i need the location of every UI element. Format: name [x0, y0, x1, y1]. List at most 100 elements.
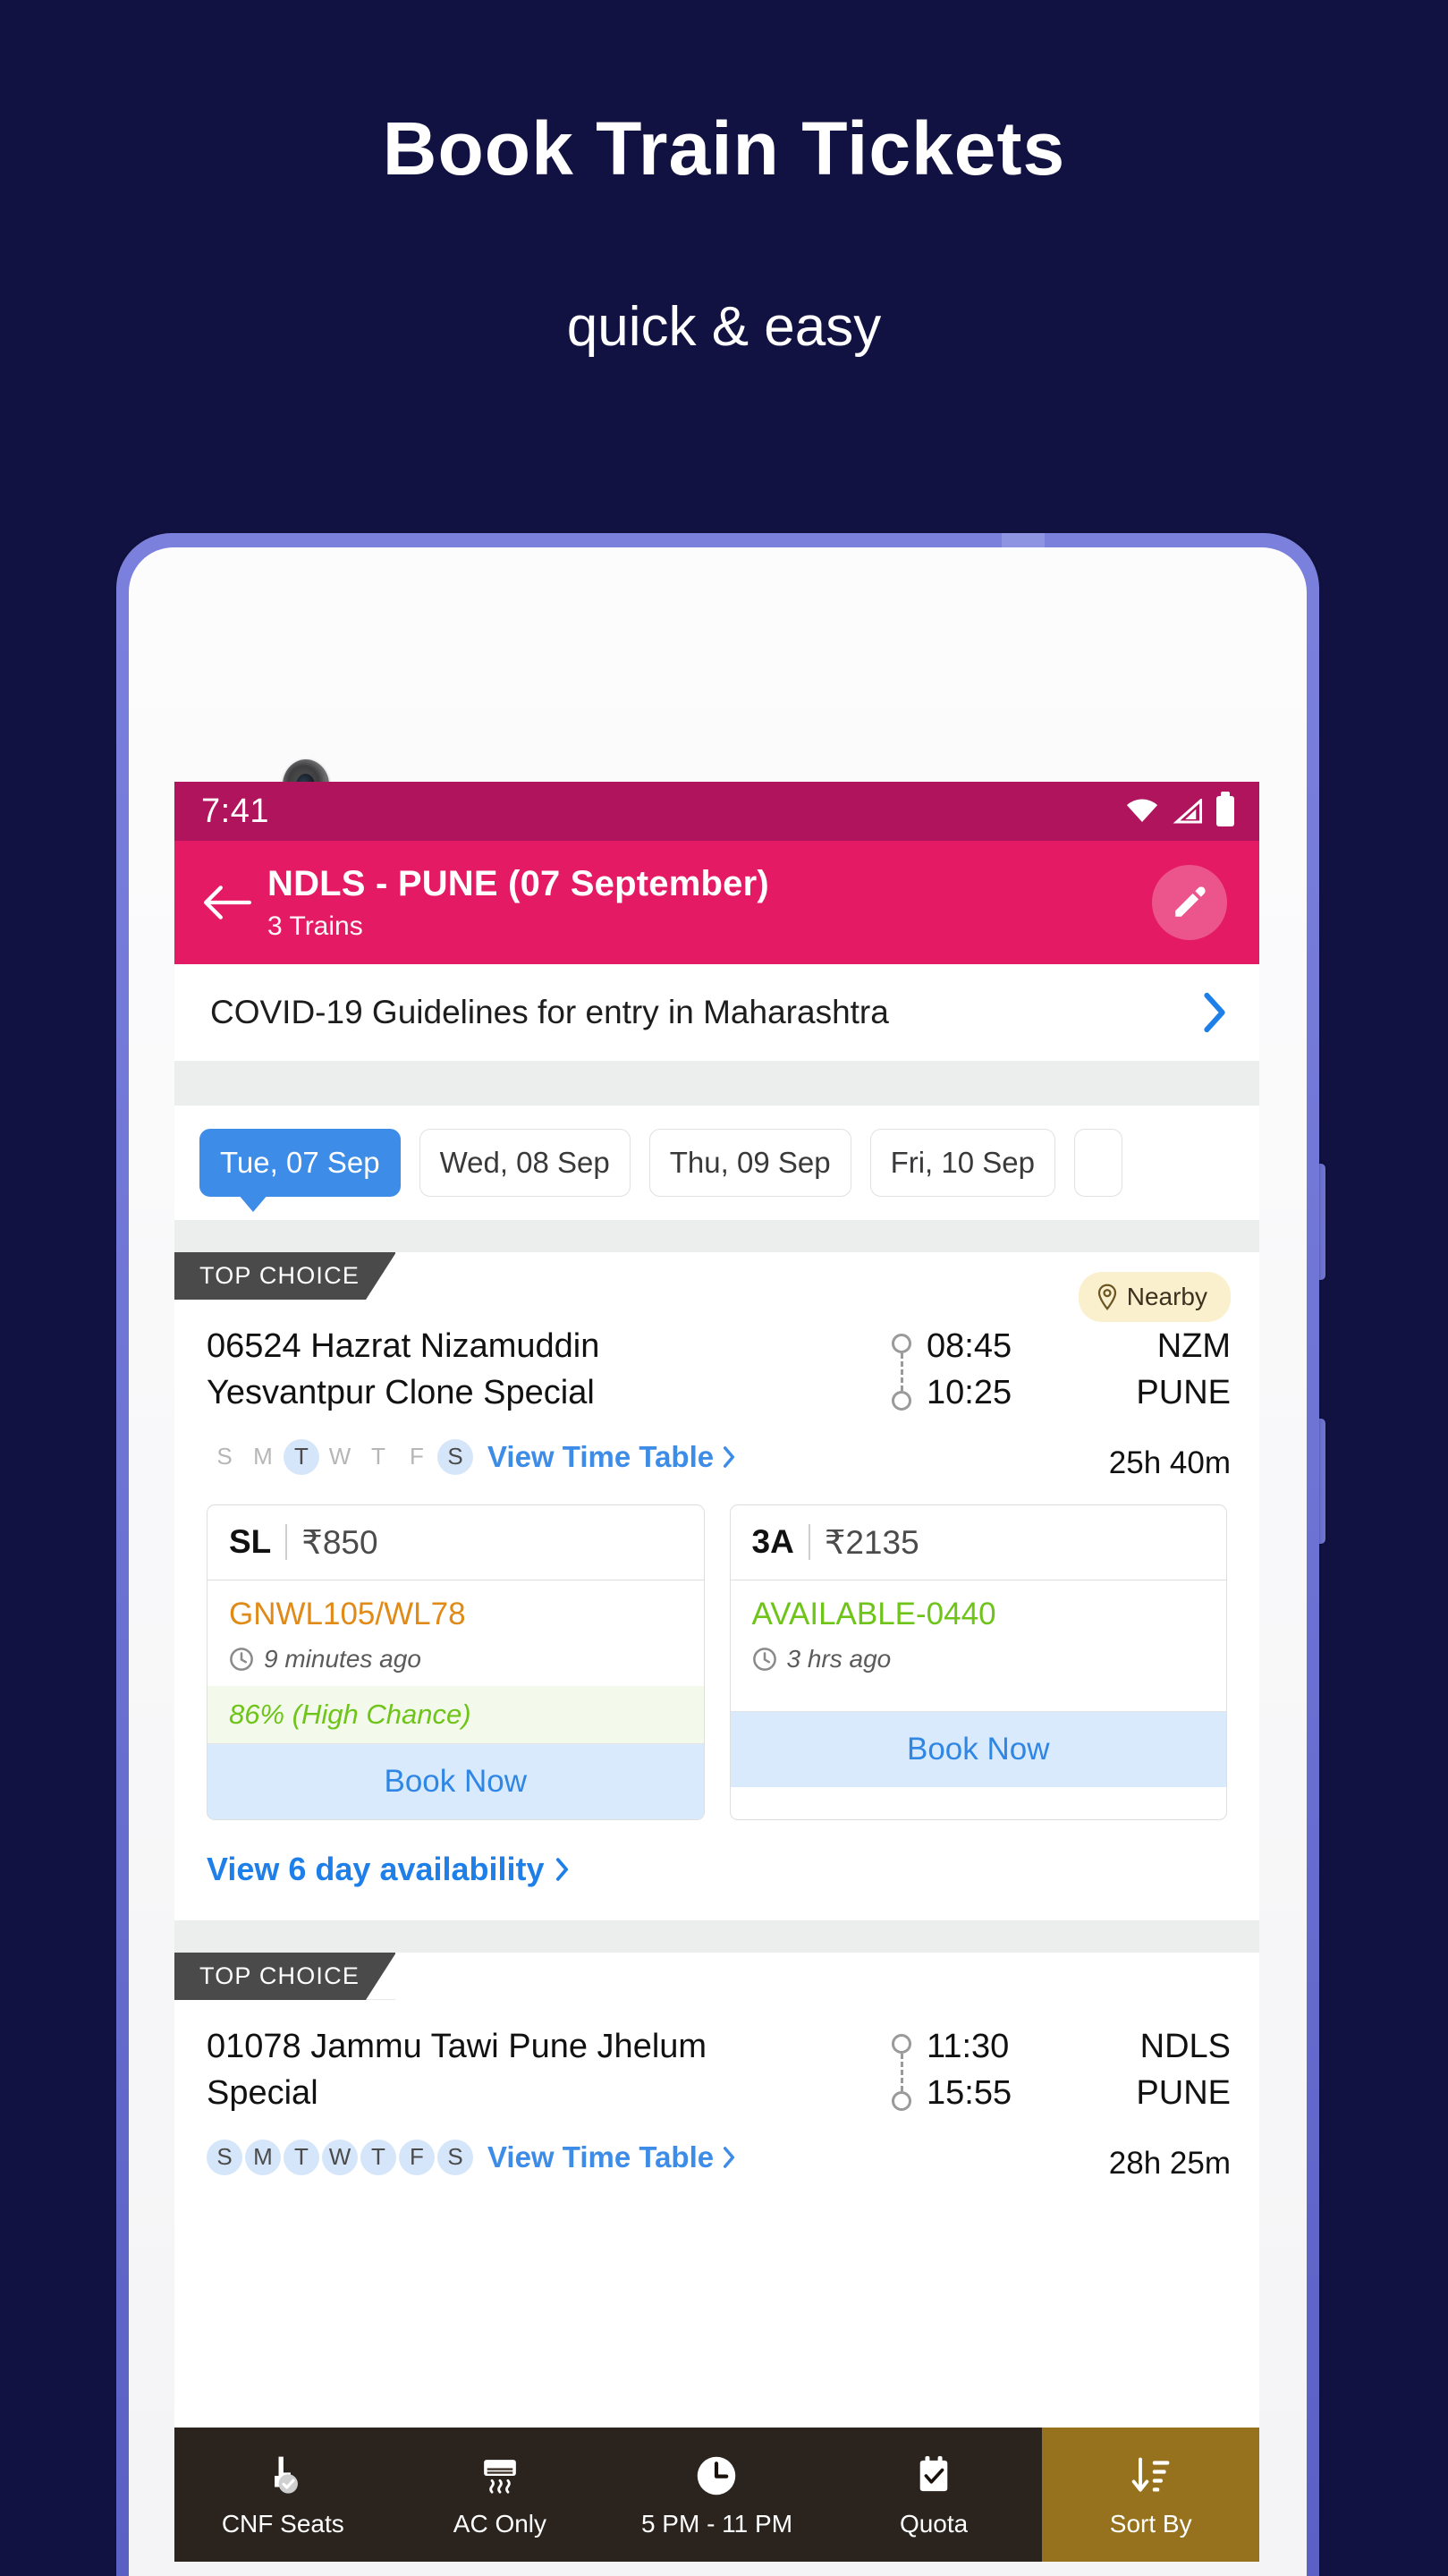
day-3: W — [322, 2139, 358, 2175]
nearby-badge: Nearby — [1078, 1272, 1231, 1322]
day-2: T — [284, 1438, 319, 1475]
train-card[interactable]: TOP CHOICE Nearby 06524 Hazrat Nizamuddi… — [174, 1252, 1259, 1920]
day-6: S — [437, 2139, 473, 2175]
train-times: 08:45 10:25 — [927, 1319, 1079, 1417]
last-updated-text: 9 minutes ago — [264, 1644, 421, 1673]
view-time-table-link[interactable]: View Time Table — [487, 1440, 736, 1474]
day-2: T — [284, 2139, 319, 2175]
signal-icon — [1173, 799, 1202, 824]
filter-ac-only[interactable]: AC Only — [392, 2428, 609, 2562]
filter-bar[interactable]: CNF Seats AC Only 5 PM - 11 PM Quota Sor… — [174, 2428, 1259, 2562]
fare-price: ₹2135 — [824, 1523, 919, 1561]
view-time-table-link[interactable]: View Time Table — [487, 2140, 736, 2174]
train-stations: NDLS PUNE — [1079, 2020, 1231, 2117]
fare-card[interactable]: 3A ₹2135 AVAILABLE-0440 3 hrs ago Book N… — [729, 1504, 1227, 1820]
filter-quota-label: Quota — [899, 2510, 969, 2538]
day-0: S — [216, 1443, 233, 1470]
status-bar: 7:41 — [174, 782, 1259, 841]
filter-sort-by[interactable]: Sort By — [1042, 2428, 1259, 2562]
clock-icon — [752, 1647, 776, 1671]
edit-pencil-icon — [1175, 886, 1206, 917]
filter-quota[interactable]: Quota — [826, 2428, 1043, 2562]
day-5: F — [399, 2139, 435, 2175]
sort-descending-icon — [1130, 2451, 1173, 2501]
quota-calendar-icon — [915, 2451, 953, 2501]
book-now-button[interactable]: Book Now — [207, 1742, 704, 1819]
last-updated: 9 minutes ago — [229, 1645, 682, 1674]
fare-class: 3A — [751, 1523, 794, 1561]
filter-sort-by-label: Sort By — [1109, 2510, 1192, 2538]
nearby-label: Nearby — [1126, 1283, 1207, 1310]
train-name: 01078 Jammu Tawi Pune Jhelum Special — [207, 2020, 876, 2117]
to-station: PUNE — [1136, 1374, 1231, 1412]
date-tab-1[interactable]: Wed, 08 Sep — [419, 1129, 631, 1197]
fare-separator — [285, 1524, 288, 1561]
back-arrow-icon[interactable] — [201, 877, 253, 928]
fare-card[interactable]: SL ₹850 GNWL105/WL78 9 minutes ago 86% (… — [207, 1504, 705, 1820]
train-count: 3 Trains — [267, 911, 363, 941]
train-card[interactable]: TOP CHOICE 01078 Jammu Tawi Pune Jhelum … — [174, 1952, 1259, 2182]
day-4: T — [371, 1443, 385, 1470]
seat-status: AVAILABLE-0440 — [751, 1596, 996, 1631]
edit-search-button[interactable] — [1152, 865, 1227, 940]
train-name-line1: 01078 Jammu Tawi Pune Jhelum — [207, 2027, 707, 2065]
battery-icon — [1216, 792, 1234, 826]
train-days-row: S M T W T F S View Time Table 25h 40m — [174, 1417, 1259, 1481]
app-bar: NDLS - PUNE (07 September) 3 Trains — [174, 841, 1259, 964]
last-updated: 3 hrs ago — [752, 1645, 1206, 1674]
fare-body: GNWL105/WL78 9 minutes ago — [207, 1579, 704, 1686]
from-station: NDLS — [1139, 2027, 1231, 2065]
list-divider — [174, 1919, 1259, 1953]
fare-header: 3A ₹2135 — [731, 1505, 1227, 1580]
to-station: PUNE — [1136, 2074, 1231, 2113]
clock-icon — [694, 2451, 739, 2501]
location-pin-icon — [1097, 1284, 1116, 1310]
filter-departure-time-label: 5 PM - 11 PM — [640, 2510, 793, 2538]
wifi-icon — [1126, 799, 1158, 822]
date-tab-3[interactable]: Fri, 10 Sep — [869, 1129, 1055, 1197]
day-6: S — [437, 1438, 473, 1475]
date-tabs[interactable]: Tue, 07 Sep Wed, 08 Sep Thu, 09 Sep Fri,… — [174, 1106, 1259, 1220]
status-icons — [1126, 792, 1234, 826]
arrival-time: 10:25 — [927, 1374, 1012, 1412]
seat-status: GNWL105/WL78 — [229, 1596, 466, 1631]
top-choice-ribbon: TOP CHOICE — [174, 1252, 396, 1300]
day-1: M — [245, 2139, 281, 2175]
view-availability-label: View 6 day availability — [207, 1850, 545, 1887]
clock-icon — [230, 1647, 253, 1671]
chevron-right-icon — [724, 1446, 735, 1468]
filter-departure-time[interactable]: 5 PM - 11 PM — [608, 2428, 826, 2562]
covid-banner-text: COVID-19 Guidelines for entry in Maharas… — [210, 994, 889, 1030]
confirmation-chance: 86% (High Chance) — [207, 1685, 704, 1743]
train-name-line2: Special — [207, 2074, 318, 2113]
status-time: 7:41 — [201, 792, 269, 830]
chevron-right-icon — [555, 1858, 568, 1881]
fare-price: ₹850 — [301, 1523, 378, 1561]
day-5: F — [410, 1443, 424, 1470]
covid-guidelines-banner[interactable]: COVID-19 Guidelines for entry in Maharas… — [174, 964, 1259, 1061]
phone-mockup: 7:41 NDLS - PUNE (07 September) 3 Trains — [116, 533, 1325, 2576]
running-days: S M T W T F S — [207, 2139, 473, 2175]
train-days-row: S M T W T F S View Time Table 28h 25m — [174, 2117, 1259, 2182]
date-tab-0[interactable]: Tue, 07 Sep — [199, 1129, 401, 1212]
route-title: NDLS - PUNE (07 September) — [267, 864, 769, 903]
filter-cnf-seats-label: CNF Seats — [221, 2510, 344, 2538]
running-days: S M T W T F S — [207, 1438, 473, 1475]
from-station: NZM — [1156, 1327, 1231, 1365]
day-0: S — [207, 2139, 242, 2175]
route-timeline-icon — [876, 1319, 927, 1411]
train-name-line1: 06524 Hazrat Nizamuddin — [207, 1327, 600, 1365]
fare-header: SL ₹850 — [207, 1505, 704, 1580]
cnf-seat-icon — [263, 2451, 302, 2501]
section-divider — [174, 1061, 1259, 1106]
date-tab-4-partial[interactable] — [1073, 1129, 1122, 1197]
appbar-texts: NDLS - PUNE (07 September) 3 Trains — [267, 863, 1152, 942]
filter-cnf-seats[interactable]: CNF Seats — [174, 2428, 392, 2562]
list-divider — [174, 1220, 1259, 1252]
fare-separator — [808, 1524, 810, 1561]
top-choice-ribbon: TOP CHOICE — [174, 1952, 396, 2000]
book-now-button[interactable]: Book Now — [730, 1710, 1226, 1787]
date-tab-2[interactable]: Thu, 09 Sep — [648, 1129, 851, 1197]
view-availability-link[interactable]: View 6 day availability — [174, 1820, 1259, 1920]
chevron-right-icon — [1204, 992, 1225, 1033]
